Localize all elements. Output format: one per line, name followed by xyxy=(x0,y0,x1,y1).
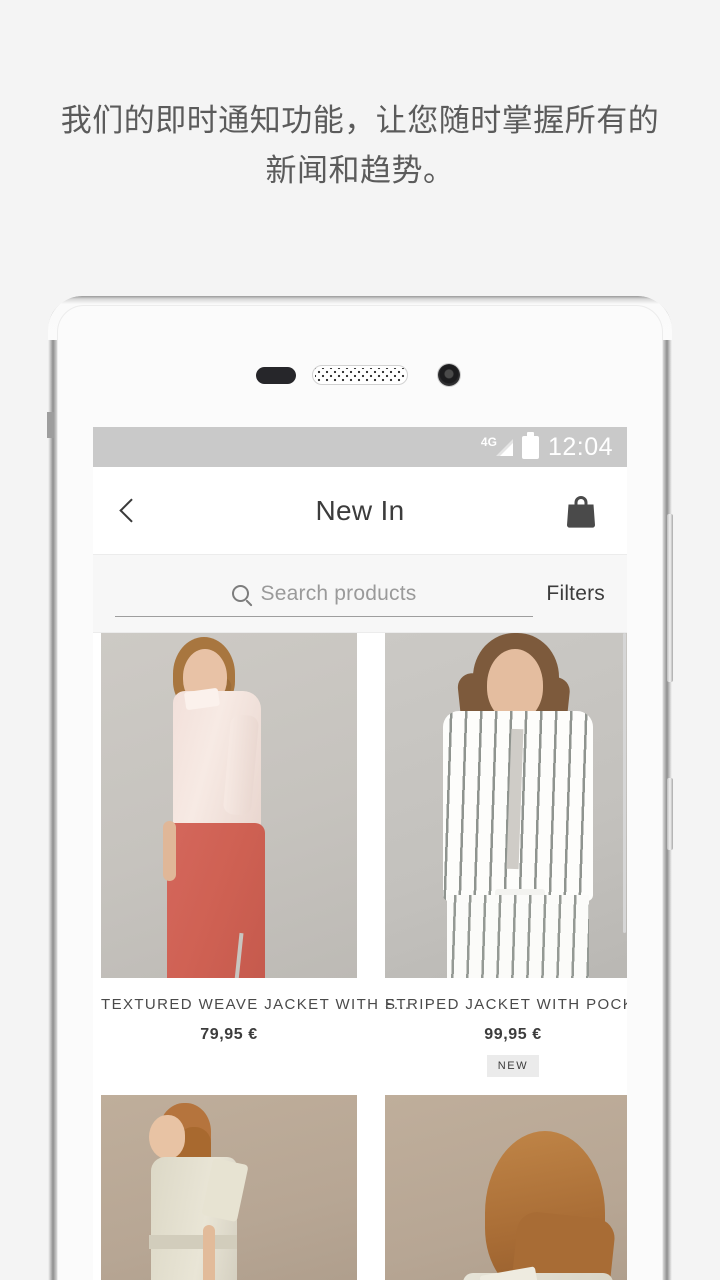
page-title: New In xyxy=(315,494,405,526)
page-root: 我们的即时通知功能，让您随时掌握所有的新闻和趋势。 4G 12:04 New I… xyxy=(0,0,720,1280)
search-icon xyxy=(231,585,249,602)
product-badge-slot xyxy=(101,1055,357,1077)
status-badge: NEW xyxy=(486,1055,540,1077)
product-card[interactable] xyxy=(101,1095,357,1280)
shopping-bag-icon xyxy=(566,495,596,528)
product-image[interactable] xyxy=(101,1095,357,1280)
product-card[interactable]: STRIPED JACKET WITH POCKETS 99,95 € NEW xyxy=(385,633,627,1077)
page-headline: 我们的即时通知功能，让您随时掌握所有的新闻和趋势。 xyxy=(60,103,660,189)
product-price: 79,95 € xyxy=(200,1026,258,1043)
network-type-label: 4G xyxy=(480,435,497,449)
product-name: STRIPED JACKET WITH POCKETS xyxy=(385,996,627,1013)
power-button[interactable] xyxy=(667,778,673,850)
product-card[interactable]: TEXTURED WEAVE JACKET WITH F... 79,95 € xyxy=(101,633,411,1077)
product-image[interactable] xyxy=(385,633,627,978)
product-card[interactable] xyxy=(385,1095,627,1280)
shopping-bag-button[interactable] xyxy=(553,483,609,539)
chevron-left-icon xyxy=(118,498,143,523)
app-bar: New In xyxy=(93,467,627,555)
phone-sensor-row xyxy=(57,359,663,393)
product-name: TEXTURED WEAVE JACKET WITH F... xyxy=(101,996,411,1013)
status-bar-time: 12:04 xyxy=(547,432,613,461)
battery-icon xyxy=(521,431,539,459)
antenna-band xyxy=(47,412,54,438)
search-placeholder: Search products xyxy=(260,581,417,605)
product-image[interactable] xyxy=(101,633,357,978)
product-grid: TEXTURED WEAVE JACKET WITH F... 79,95 € xyxy=(93,633,627,1280)
phone-mockup: 4G 12:04 New In Search products Filters … xyxy=(47,296,673,1280)
front-camera-icon xyxy=(438,364,460,386)
back-button[interactable] xyxy=(93,467,163,555)
search-row: Search products Filters xyxy=(93,555,627,633)
vertical-scrollbar[interactable] xyxy=(623,633,626,933)
product-row-2 xyxy=(101,1095,627,1280)
product-row-1: TEXTURED WEAVE JACKET WITH F... 79,95 € xyxy=(101,633,627,1077)
phone-screen: 4G 12:04 New In Search products Filters … xyxy=(93,427,627,1280)
product-image[interactable] xyxy=(385,1095,627,1280)
signal-bars-icon xyxy=(495,438,513,456)
proximity-sensor-icon xyxy=(256,367,296,384)
status-bar: 4G 12:04 xyxy=(93,427,627,467)
earpiece-speaker-icon xyxy=(312,365,408,385)
phone-bezel: 4G 12:04 New In Search products Filters … xyxy=(57,305,663,1280)
product-badge-slot: NEW xyxy=(385,1055,627,1077)
search-input[interactable]: Search products xyxy=(115,571,533,617)
filters-button[interactable]: Filters xyxy=(546,582,605,606)
volume-rocker-button[interactable] xyxy=(667,514,673,682)
product-price: 99,95 € xyxy=(484,1026,542,1043)
